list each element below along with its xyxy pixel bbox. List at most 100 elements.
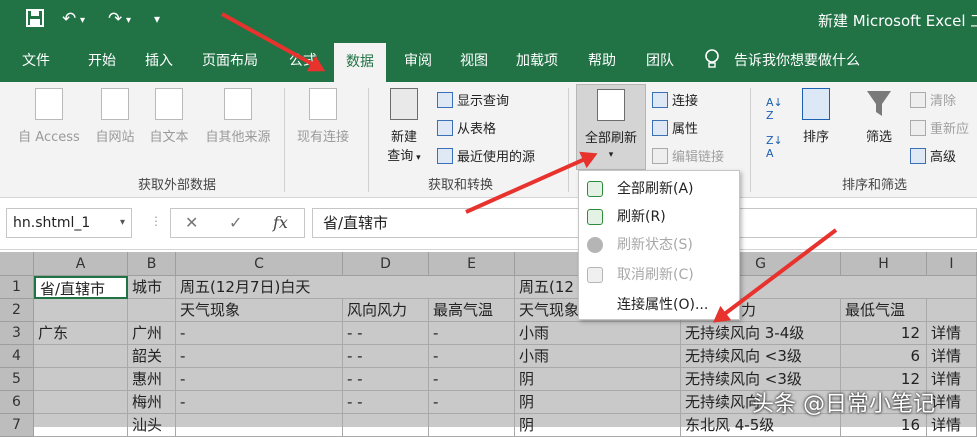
cell[interactable]: -	[176, 345, 343, 368]
tab-review[interactable]: 审阅	[404, 40, 432, 82]
row-header[interactable]: 4	[0, 345, 34, 368]
row-header[interactable]: 2	[0, 299, 34, 322]
redo-dropdown-icon[interactable]: ▾	[126, 15, 131, 26]
recent-sources-button[interactable]: 最近使用的源	[437, 146, 535, 165]
cell[interactable]: -	[176, 322, 343, 345]
properties-button[interactable]: 属性	[652, 118, 698, 137]
row-header[interactable]: 5	[0, 368, 34, 391]
cell[interactable]: 无持续风向 3-4级	[681, 322, 841, 345]
filter-button[interactable]: 筛选	[858, 88, 900, 145]
cell[interactable]: - -	[343, 368, 429, 391]
cell[interactable]: 风向风力	[343, 299, 429, 322]
cell[interactable]: - -	[343, 345, 429, 368]
table-icon	[437, 120, 453, 136]
cell[interactable]: -	[176, 391, 343, 414]
column-header[interactable]: C	[176, 252, 343, 276]
tab-data[interactable]: 数据	[334, 43, 386, 82]
cell[interactable]: 天气现象	[176, 299, 343, 322]
cell[interactable]: 城市	[128, 276, 176, 299]
cell[interactable]	[429, 414, 515, 437]
tab-help[interactable]: 帮助	[588, 40, 616, 82]
tab-insert[interactable]: 插入	[145, 40, 173, 82]
customize-toolbar-icon[interactable]: ▾	[154, 12, 160, 26]
cell[interactable]: -	[176, 368, 343, 391]
tab-file[interactable]: 文件	[22, 40, 50, 82]
undo-dropdown-icon[interactable]: ▾	[80, 15, 85, 26]
column-header[interactable]: D	[343, 252, 429, 276]
sort-ascending-icon[interactable]: A↓ Z	[766, 96, 783, 122]
tab-view[interactable]: 视图	[460, 40, 488, 82]
show-query-button[interactable]: 显示查询	[437, 90, 509, 109]
new-query-button[interactable]: 新建 查询 ▾	[380, 88, 428, 164]
cell[interactable]: 韶关	[128, 345, 176, 368]
row-header[interactable]: 6	[0, 391, 34, 414]
cell[interactable]: 阴	[515, 368, 681, 391]
cell[interactable]: 汕头	[128, 414, 176, 437]
cell[interactable]: 惠州	[128, 368, 176, 391]
tell-me-search[interactable]: 告诉我你想要做什么	[734, 40, 860, 82]
cell[interactable]	[34, 345, 128, 368]
cell[interactable]	[176, 414, 343, 437]
cell[interactable]	[927, 299, 977, 322]
cell[interactable]: 省/直辖市	[34, 276, 128, 299]
select-all-corner[interactable]	[0, 252, 34, 276]
cell[interactable]: -	[429, 322, 515, 345]
cell[interactable]: 无持续风向 <3级	[681, 345, 841, 368]
cell[interactable]	[343, 414, 429, 437]
row-header[interactable]: 1	[0, 276, 34, 299]
cell[interactable]	[34, 299, 128, 322]
cell[interactable]	[128, 299, 176, 322]
connections-button[interactable]: 连接	[652, 90, 698, 109]
chevron-down-icon[interactable]: ▾	[120, 209, 125, 237]
column-header[interactable]: I	[927, 252, 977, 276]
cell[interactable]: 阴	[515, 414, 681, 437]
menu-item-refresh[interactable]: 刷新(R)	[579, 203, 739, 231]
cell[interactable]: 广东	[34, 322, 128, 345]
title-bar: ↶ ▾ ↷ ▾ ▾ 新建 Microsoft Excel 工	[0, 0, 977, 40]
cell[interactable]: 阴	[515, 391, 681, 414]
column-header[interactable]: A	[34, 252, 128, 276]
row-header[interactable]: 3	[0, 322, 34, 345]
column-header[interactable]: E	[429, 252, 515, 276]
cell[interactable]	[34, 391, 128, 414]
cell[interactable]: - -	[343, 391, 429, 414]
cell[interactable]: 周五(12月7日)白天	[176, 276, 515, 299]
insert-function-icon[interactable]: fx	[273, 213, 288, 232]
group-label-get-transform: 获取和转换	[428, 178, 494, 193]
undo-icon[interactable]: ↶	[62, 9, 76, 29]
cell[interactable]: -	[429, 391, 515, 414]
cancel-icon[interactable]: ✕	[185, 213, 198, 232]
cell[interactable]: - -	[343, 322, 429, 345]
cell[interactable]: 6	[841, 345, 927, 368]
cell[interactable]	[34, 414, 128, 437]
advanced-filter-button[interactable]: 高级	[910, 146, 956, 165]
cell[interactable]: 广州	[128, 322, 176, 345]
cell[interactable]: 12	[841, 322, 927, 345]
cell[interactable]: 最低气温	[841, 299, 927, 322]
formula-buttons: ✕ ✓ fx	[170, 208, 305, 238]
tab-team[interactable]: 团队	[646, 40, 674, 82]
sort-button[interactable]: 排序	[796, 88, 836, 145]
enter-icon[interactable]: ✓	[229, 213, 242, 232]
cell[interactable]: 最高气温	[429, 299, 515, 322]
cell[interactable]	[34, 368, 128, 391]
cell[interactable]: 详情	[927, 322, 977, 345]
cell[interactable]: 小雨	[515, 322, 681, 345]
tab-home[interactable]: 开始	[88, 40, 116, 82]
cell[interactable]: 小雨	[515, 345, 681, 368]
row-header[interactable]: 7	[0, 414, 34, 437]
from-table-button[interactable]: 从表格	[437, 118, 496, 137]
sort-descending-icon[interactable]: Z↓ A	[766, 134, 783, 160]
menu-item-refresh-all[interactable]: 全部刷新(A)	[579, 175, 739, 203]
name-box[interactable]: hn.shtml_1 ▾	[6, 208, 132, 238]
cell[interactable]: 梅州	[128, 391, 176, 414]
cell[interactable]: -	[429, 345, 515, 368]
redo-icon[interactable]: ↷	[108, 9, 122, 29]
tab-page-layout[interactable]: 页面布局	[202, 40, 258, 82]
cell[interactable]: 详情	[927, 345, 977, 368]
cell[interactable]: -	[429, 368, 515, 391]
column-header[interactable]: H	[841, 252, 927, 276]
column-header[interactable]: B	[128, 252, 176, 276]
tab-addins[interactable]: 加载项	[516, 40, 558, 82]
save-icon[interactable]	[26, 9, 44, 32]
